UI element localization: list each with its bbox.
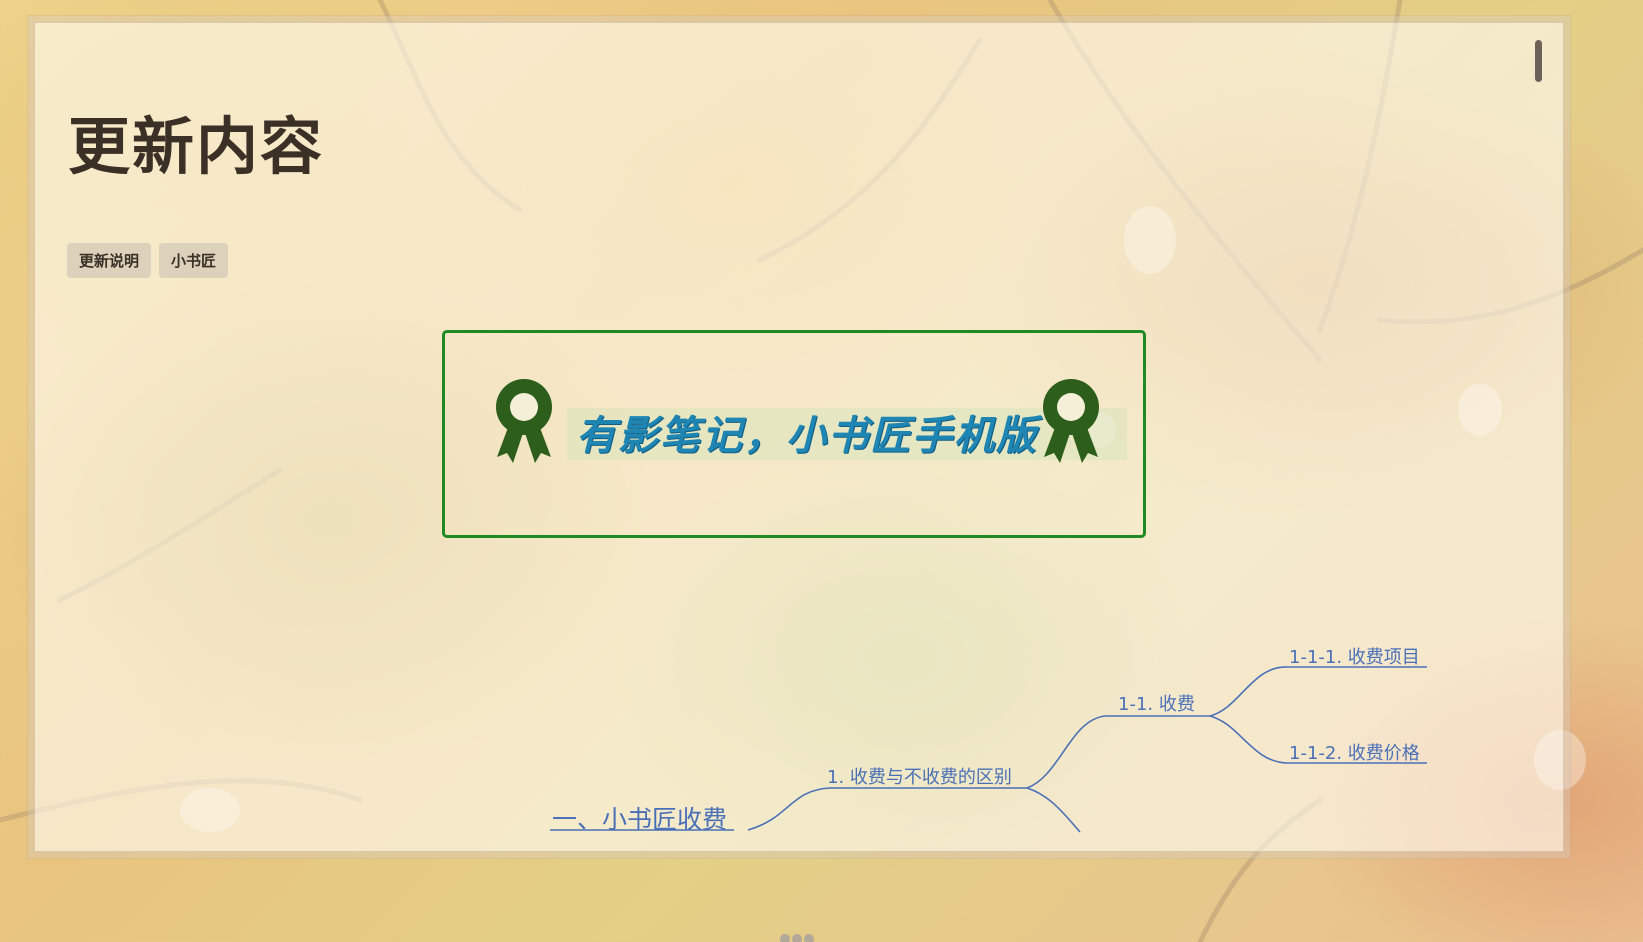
page-title: 更新内容 (68, 110, 325, 183)
mindmap-node-root[interactable]: 一、小书匠收费 (552, 800, 727, 836)
banner-card: 有影笔记，小书匠手机版 (442, 330, 1146, 538)
mindmap-node-level3-items[interactable]: 1-1-1. 收费项目 (1289, 643, 1420, 669)
more-dots-icon[interactable] (780, 934, 814, 942)
tag-update-notes[interactable]: 更新说明 (67, 243, 152, 278)
scrollbar-thumb[interactable] (1535, 40, 1542, 82)
banner-text: 有影笔记，小书匠手机版 (576, 412, 1038, 459)
award-ribbon-icon (496, 379, 552, 463)
dot (780, 934, 790, 942)
mindmap-node-level1[interactable]: 1. 收费与不收费的区别 (827, 763, 1012, 789)
mindmap-node-level3-price[interactable]: 1-1-2. 收费价格 (1289, 739, 1420, 765)
tag-list: 更新说明 小书匠 (67, 243, 229, 278)
mindmap-node-level2[interactable]: 1-1. 收费 (1118, 690, 1195, 716)
dot (792, 934, 802, 942)
award-ribbon-icon (1043, 379, 1099, 463)
tag-xiaoshujiang[interactable]: 小书匠 (159, 243, 229, 278)
dot (804, 934, 814, 942)
